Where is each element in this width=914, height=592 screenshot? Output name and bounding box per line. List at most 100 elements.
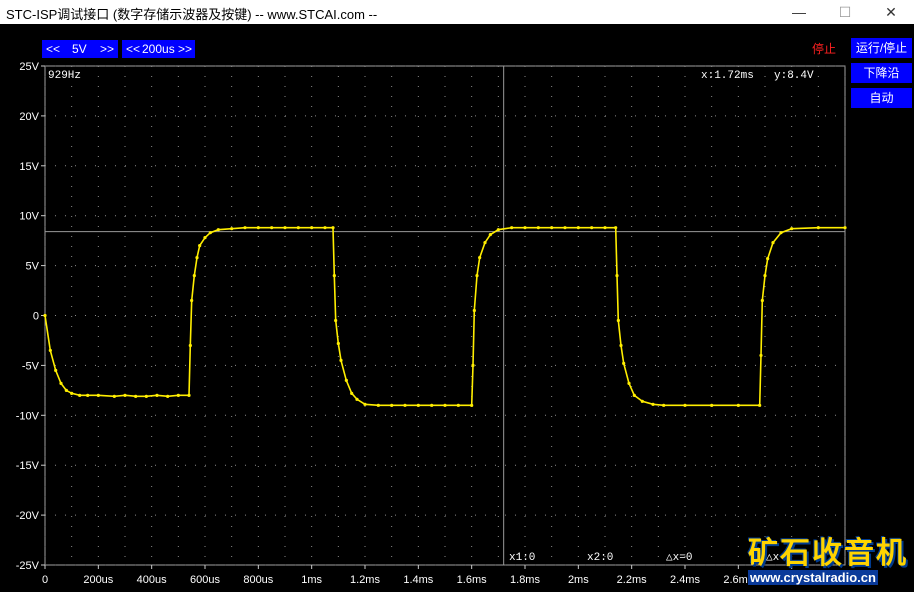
sample-point: [614, 226, 618, 230]
sample-point: [483, 241, 487, 245]
y-tick-label: -10V: [16, 410, 40, 422]
sample-point: [355, 397, 359, 401]
sample-point: [563, 226, 567, 230]
sample-point: [771, 241, 775, 245]
x-tick-label: 800us: [243, 574, 273, 586]
x-tick-label: 200us: [83, 574, 113, 586]
sample-point: [144, 394, 148, 398]
sample-point: [763, 273, 767, 278]
sample-point: [310, 226, 314, 230]
watermark-url: www.crystalradio.cn: [748, 570, 878, 585]
sample-point: [123, 393, 127, 397]
sample-point: [230, 227, 234, 231]
x-tick-label: 1ms: [301, 574, 322, 586]
sample-point: [603, 226, 607, 230]
sample-point: [195, 256, 199, 260]
sample-point: [112, 394, 116, 398]
x-tick-label: 1.4ms: [403, 574, 433, 586]
sample-point: [256, 226, 260, 230]
scope-grid: [44, 65, 846, 566]
sample-point: [766, 257, 770, 261]
sample-point: [390, 403, 394, 407]
sample-point: [54, 368, 58, 372]
sample-point: [590, 226, 594, 230]
sample-point: [188, 343, 192, 348]
sample-point: [336, 341, 340, 346]
y-tick-label: -20V: [16, 510, 40, 522]
sample-point: [536, 226, 540, 230]
watermark: 矿石收音机 www.crystalradio.cn: [744, 528, 914, 592]
sample-point: [43, 313, 47, 318]
sample-point: [190, 298, 194, 303]
oscilloscope-screen[interactable]: 25V 20V 15V 10V 5V 0 -5V -10V -15V -20V -25V 0 200u…: [0, 24, 914, 592]
sample-point: [344, 378, 348, 382]
sample-point: [470, 403, 474, 407]
sample-point: [510, 226, 514, 230]
sample-point: [627, 381, 631, 385]
sample-point: [759, 353, 763, 358]
sample-point: [443, 403, 447, 407]
sample-point: [70, 391, 74, 395]
cursor-x-readout: x:1.72ms: [701, 70, 754, 82]
y-tick-label: 0: [33, 311, 39, 323]
sample-point: [78, 393, 82, 397]
sample-point: [296, 226, 300, 230]
x-axis: 0 200us 400us 600us 800us 1ms 1.2ms 1.4ms 1.6ms 1…: [42, 565, 799, 586]
sample-point: [334, 318, 338, 323]
sample-point: [616, 318, 620, 323]
sample-point: [662, 403, 666, 407]
cursor-y-readout: y:8.4V: [774, 70, 814, 82]
sample-point: [472, 308, 476, 313]
sample-point: [632, 393, 636, 397]
sample-point: [332, 273, 336, 278]
x-tick-label: 1.6ms: [457, 574, 487, 586]
minimize-button[interactable]: —: [776, 0, 822, 24]
sample-point: [615, 273, 619, 278]
x-tick-label: 2ms: [568, 574, 589, 586]
sample-point: [155, 393, 159, 397]
y-tick-label: 20V: [19, 111, 39, 123]
x2-readout: x2:0: [587, 552, 613, 564]
sample-point: [64, 388, 68, 392]
sample-point: [640, 399, 644, 403]
sample-point: [550, 226, 554, 230]
y-tick-label: 25V: [19, 61, 39, 73]
sample-point: [176, 393, 180, 397]
sample-point: [736, 403, 740, 407]
sample-point: [331, 226, 335, 230]
sample-point: [496, 228, 500, 232]
sample-point: [283, 226, 287, 230]
y-tick-label: 5V: [26, 261, 40, 273]
title-bar: STC-ISP调试接口 (数字存储示波器及按键) -- www.STCAI.co…: [0, 0, 914, 24]
y-axis: 25V 20V 15V 10V 5V 0 -5V -10V -15V -20V -25V: [16, 61, 45, 572]
sample-point: [475, 273, 479, 278]
sample-point: [363, 402, 367, 406]
sample-point: [134, 394, 138, 398]
sample-point: [270, 226, 274, 230]
sample-point: [166, 394, 170, 398]
x-tick-label: 1.8ms: [510, 574, 540, 586]
close-button[interactable]: ✕: [868, 0, 914, 24]
sample-point: [619, 343, 623, 348]
maximize-button[interactable]: ☐: [822, 0, 868, 24]
x-tick-label: 600us: [190, 574, 220, 586]
sample-point: [576, 226, 580, 230]
y-tick-label: -25V: [16, 560, 40, 572]
sample-point: [471, 363, 475, 367]
sample-point: [403, 403, 407, 407]
sample-point: [216, 228, 220, 232]
watermark-text: 矿石收音机: [748, 537, 908, 570]
sample-point: [758, 403, 762, 407]
sample-point: [488, 233, 492, 237]
sample-point: [187, 393, 191, 397]
y-tick-label: 10V: [19, 211, 39, 223]
sample-point: [208, 231, 212, 235]
sample-point: [779, 231, 783, 235]
sample-point: [243, 226, 247, 230]
sample-point: [816, 226, 820, 230]
sample-point: [710, 403, 714, 407]
window-title: STC-ISP调试接口 (数字存储示波器及按键) -- www.STCAI.co…: [6, 7, 378, 22]
sample-point: [86, 393, 90, 397]
delta-x-readout: △x=0: [666, 552, 692, 564]
frequency-readout: 929Hz: [48, 70, 81, 82]
